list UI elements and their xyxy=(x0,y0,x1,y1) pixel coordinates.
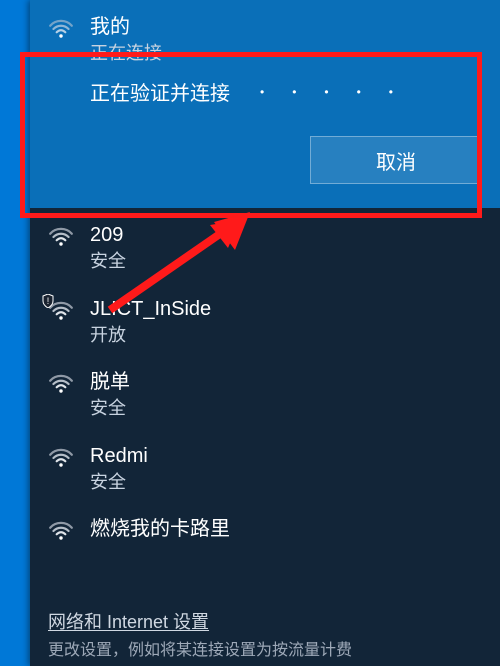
wifi-item[interactable]: 燃烧我的卡路里 xyxy=(30,502,500,552)
wifi-item[interactable]: 脱单 安全 xyxy=(30,355,500,428)
wifi-name: 燃烧我的卡路里 xyxy=(90,516,482,542)
wifi-icon xyxy=(48,224,74,250)
wifi-status: 正在连接 xyxy=(90,42,482,65)
wifi-icon xyxy=(48,445,74,471)
wifi-status: 安全 xyxy=(90,471,482,494)
wifi-icon xyxy=(48,16,74,42)
wifi-name: 我的 xyxy=(90,14,482,40)
network-settings-sub: 更改设置，例如将某连接设置为按流量计费 xyxy=(48,636,482,660)
wifi-item[interactable]: Redmi 安全 xyxy=(30,429,500,502)
wifi-connecting-block: 正在验证并连接 ••••• 取消 xyxy=(30,65,500,208)
desktop-background xyxy=(0,0,30,666)
wifi-item-connecting[interactable]: 我的 正在连接 xyxy=(30,0,500,65)
wifi-panel: 我的 正在连接 正在验证并连接 ••••• 取消 209 安全 xyxy=(30,0,500,666)
svg-text:!: ! xyxy=(47,296,50,306)
wifi-item[interactable]: 209 安全 xyxy=(30,208,500,281)
wifi-icon xyxy=(48,518,74,544)
wifi-name: 脱单 xyxy=(90,369,482,395)
network-settings-link[interactable]: 网络和 Internet 设置 xyxy=(48,608,482,634)
wifi-shield-icon: ! xyxy=(48,298,74,324)
wifi-name: Redmi xyxy=(90,443,482,469)
panel-footer: 网络和 Internet 设置 更改设置，例如将某连接设置为按流量计费 xyxy=(48,608,482,660)
wifi-item[interactable]: ! JLICT_InSide 开放 xyxy=(30,282,500,355)
cancel-button[interactable]: 取消 xyxy=(310,136,482,184)
wifi-status: 安全 xyxy=(90,397,482,420)
wifi-name: JLICT_InSide xyxy=(90,296,482,322)
progress-dots: ••••• xyxy=(260,85,421,99)
wifi-icon xyxy=(48,371,74,397)
wifi-name: 209 xyxy=(90,222,482,248)
wifi-verifying-label: 正在验证并连接 xyxy=(90,77,230,106)
wifi-status: 安全 xyxy=(90,250,482,273)
wifi-status: 开放 xyxy=(90,324,482,347)
